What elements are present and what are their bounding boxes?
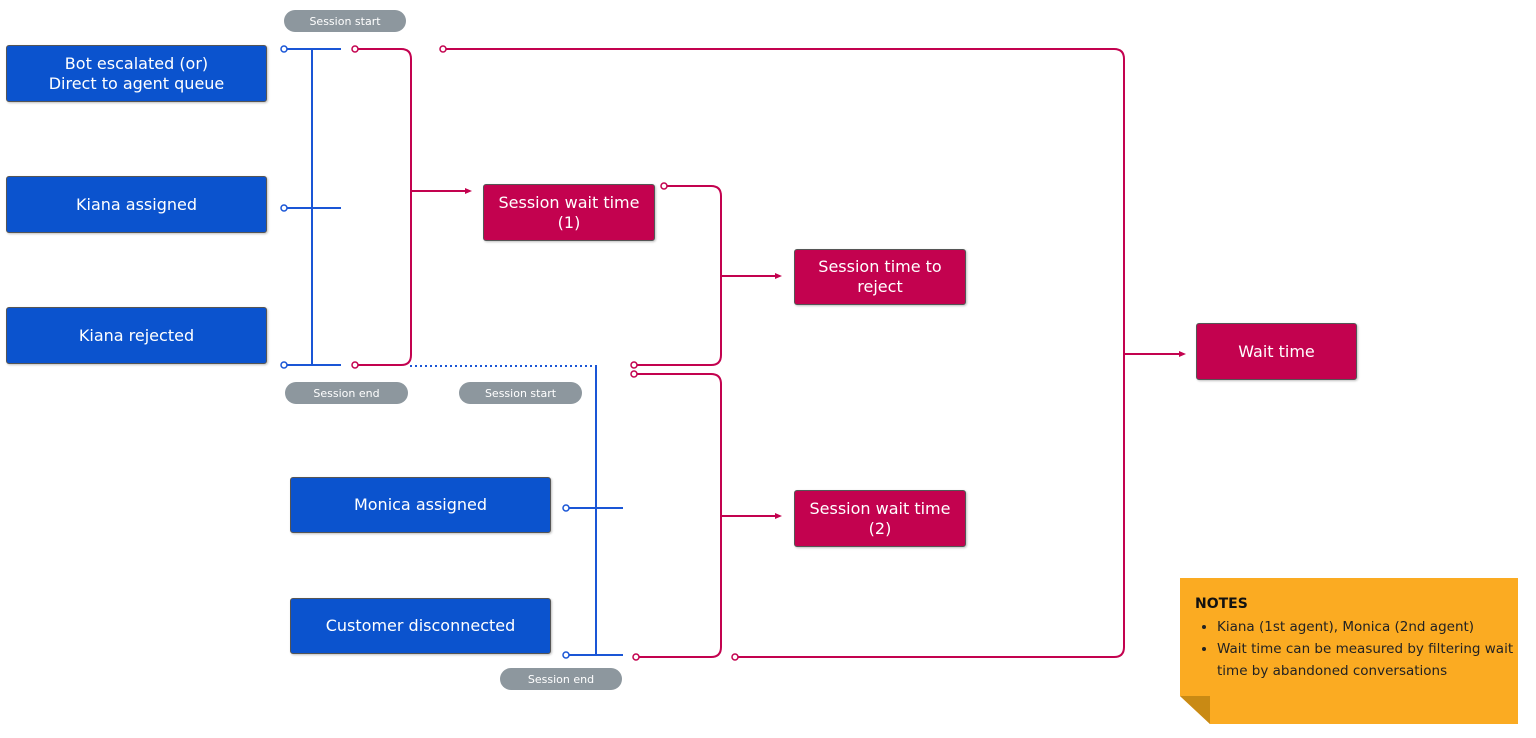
- session-end-pill: Session end: [285, 382, 408, 404]
- metric-session-wait-time-2: Session wait time (2): [794, 490, 966, 547]
- metric-session-wait-time-1: Session wait time (1): [483, 184, 655, 241]
- notes-sticky: NOTES Kiana (1st agent), Monica (2nd age…: [1180, 578, 1518, 724]
- event-kiana-rejected: Kiana rejected: [6, 307, 267, 364]
- metric-wait-time: Wait time: [1196, 323, 1357, 380]
- event-kiana-assigned: Kiana assigned: [6, 176, 267, 233]
- session-start-pill: Session start: [459, 382, 582, 404]
- metric-session-time-to-reject: Session time to reject: [794, 249, 966, 305]
- note-item: Wait time can be measured by filtering w…: [1217, 638, 1518, 682]
- event-bot-escalated: Bot escalated (or) Direct to agent queue: [6, 45, 267, 102]
- event-customer-disconnected: Customer disconnected: [290, 598, 551, 654]
- note-item: Kiana (1st agent), Monica (2nd agent): [1217, 616, 1518, 638]
- session-start-pill: Session start: [284, 10, 406, 32]
- event-monica-assigned: Monica assigned: [290, 477, 551, 533]
- session-end-pill: Session end: [500, 668, 622, 690]
- notes-title: NOTES: [1195, 596, 1248, 612]
